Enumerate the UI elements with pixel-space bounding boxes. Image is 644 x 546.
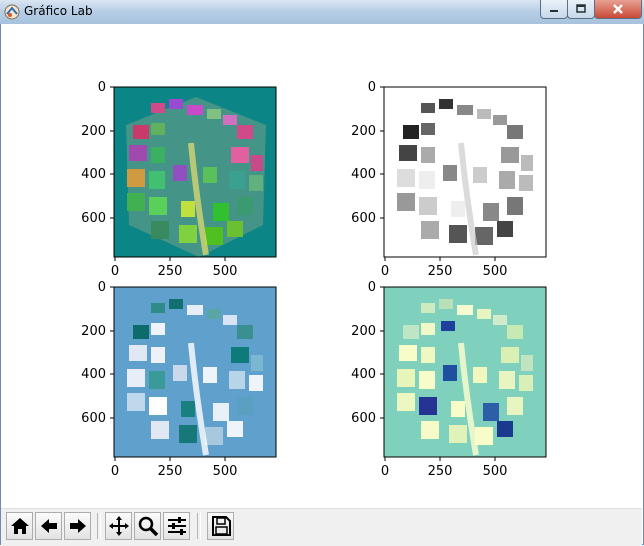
zoom-icon (138, 516, 158, 537)
x-tick-label: 250 (428, 464, 453, 479)
zoom-button[interactable] (134, 512, 161, 540)
forward-button[interactable] (64, 512, 91, 540)
x-tick-label: 500 (213, 464, 238, 479)
save-button[interactable] (207, 512, 234, 540)
y-tick-label: 400 (351, 367, 376, 382)
close-icon (613, 4, 623, 14)
y-tick-label: 0 (368, 280, 376, 295)
toolbar-separator (197, 513, 201, 539)
window-title: Gráfico Lab (24, 4, 93, 18)
subplot-bottom-right[interactable]: 0 200 400 600 0 250 500 (271, 225, 591, 485)
y-tick-label: 200 (351, 324, 376, 339)
y-tick-label: 600 (81, 411, 106, 426)
y-tick-label: 200 (81, 124, 106, 139)
configure-subplots-icon (167, 517, 186, 535)
close-button[interactable] (594, 0, 642, 19)
forward-arrow-icon (69, 519, 86, 533)
y-tick-label: 400 (351, 167, 376, 182)
pan-icon (108, 516, 129, 536)
minimize-button[interactable] (540, 0, 568, 19)
x-tick-label: 0 (111, 464, 119, 479)
y-tick-label: 600 (351, 211, 376, 226)
y-tick-label: 200 (81, 324, 106, 339)
y-tick-label: 200 (351, 124, 376, 139)
minimize-icon (550, 10, 558, 12)
title-bar[interactable]: Gráfico Lab (0, 0, 644, 25)
navigation-toolbar (1, 508, 642, 546)
y-tick-label: 400 (81, 167, 106, 182)
home-icon (10, 518, 29, 534)
subplot-svg: 0 200 400 600 0 250 500 (351, 280, 547, 479)
configure-subplots-button[interactable] (163, 512, 190, 540)
y-tick-label: 0 (368, 80, 376, 95)
pan-button[interactable] (105, 512, 132, 540)
maximize-icon (576, 4, 586, 13)
figure-canvas[interactable]: 0 200 400 600 0 250 500 0 200 400 600 0 … (1, 25, 642, 507)
x-tick-label: 500 (483, 464, 508, 479)
x-tick-label: 250 (158, 464, 183, 479)
y-tick-label: 0 (98, 80, 106, 95)
app-icon (4, 4, 20, 20)
y-tick-label: 0 (98, 280, 106, 295)
toolbar-separator (97, 513, 101, 539)
y-tick-label: 600 (351, 411, 376, 426)
home-button[interactable] (6, 512, 33, 540)
x-tick-label: 0 (381, 464, 389, 479)
back-arrow-icon (40, 519, 57, 533)
back-button[interactable] (35, 512, 62, 540)
y-tick-label: 600 (81, 211, 106, 226)
save-icon (211, 516, 231, 536)
y-tick-label: 400 (81, 367, 106, 382)
maximize-button[interactable] (567, 0, 595, 19)
